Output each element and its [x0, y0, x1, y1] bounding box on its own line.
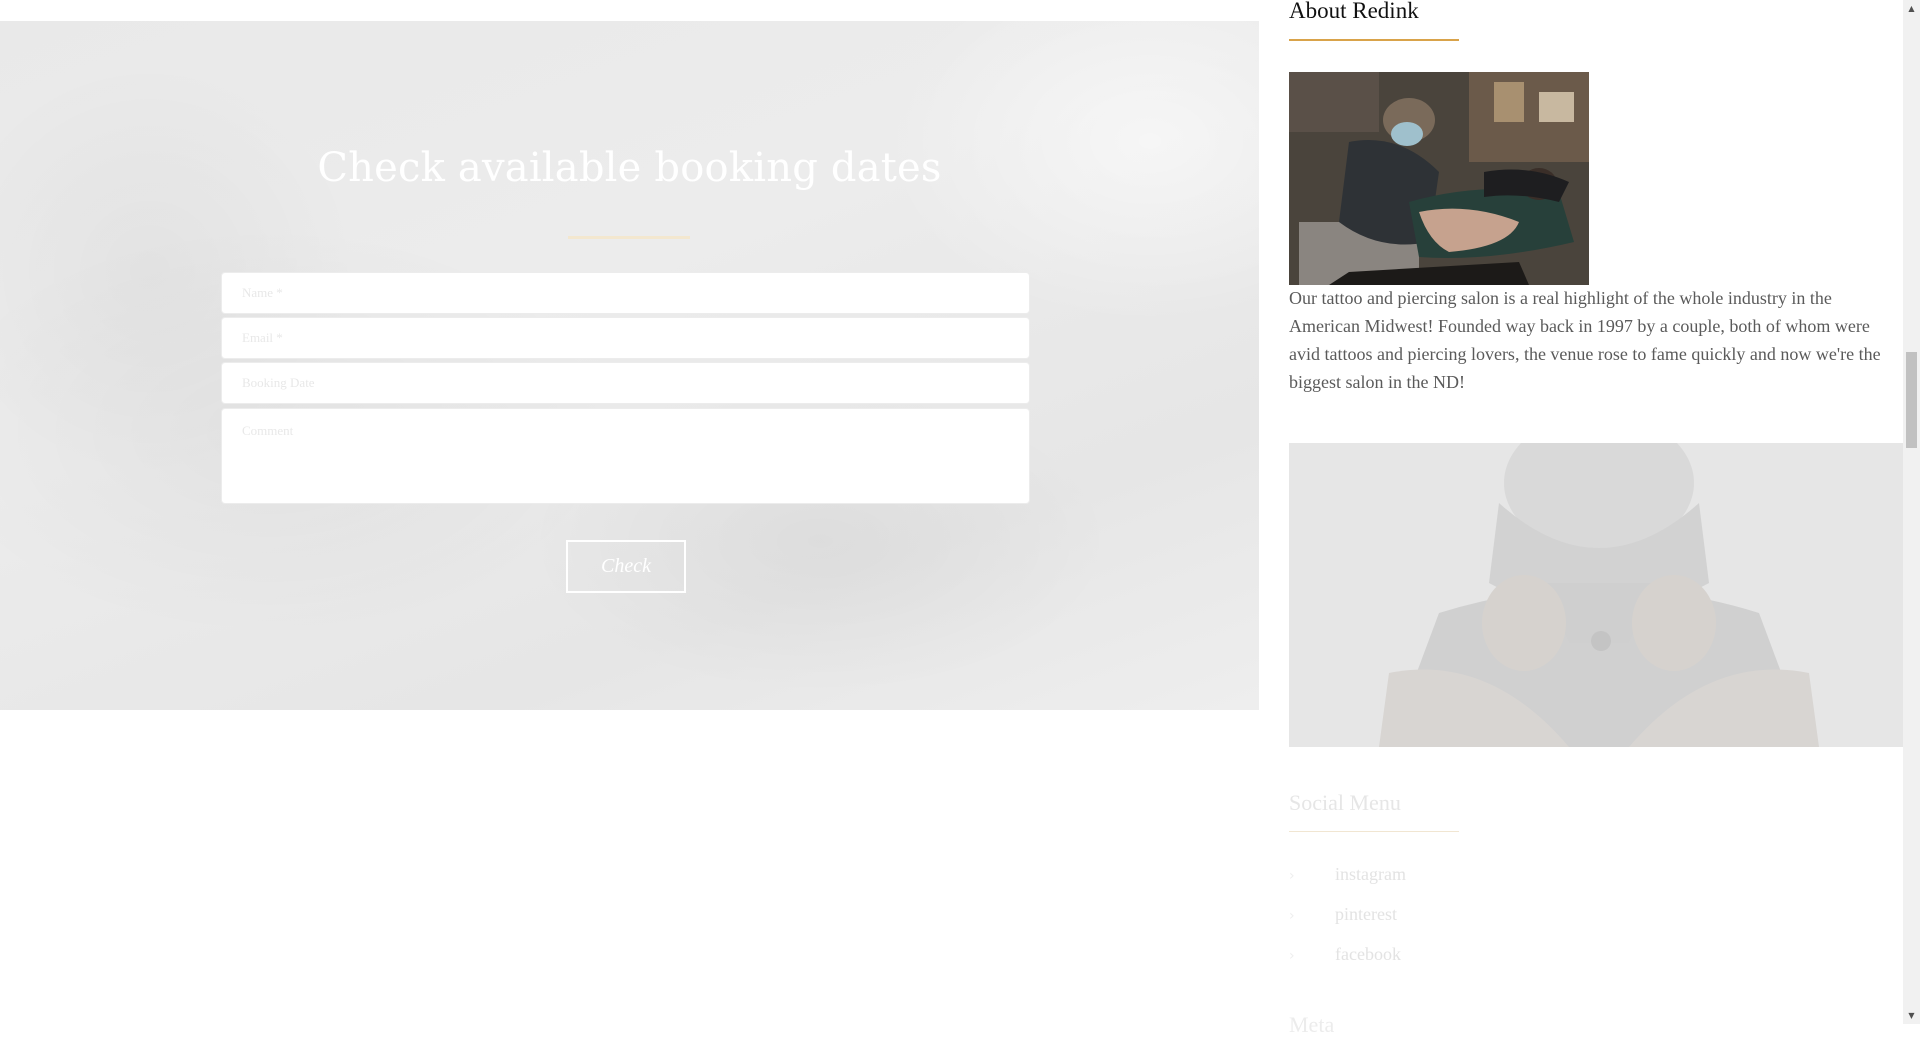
about-text: Our tattoo and piercing salon is a real … [1289, 288, 1881, 392]
tattooed-man-photo [1289, 443, 1904, 747]
booking-title: Check available booking dates [317, 145, 942, 191]
scrollbar[interactable]: ▲ ▼ [1903, 0, 1920, 1024]
booking-date-input[interactable] [221, 362, 1030, 404]
social-underline [1289, 831, 1459, 832]
scroll-down-arrow-icon[interactable]: ▼ [1903, 1007, 1920, 1024]
email-input[interactable] [221, 317, 1030, 359]
about-image [1289, 72, 1589, 285]
chevron-right-icon: › [1289, 948, 1295, 964]
chevron-right-icon: › [1289, 868, 1295, 884]
instagram-link[interactable]: instagram [1335, 864, 1406, 885]
social-menu-title: Social Menu [1289, 790, 1401, 815]
tattoo-artist-photo [1289, 72, 1589, 285]
check-button[interactable]: Check [566, 540, 686, 593]
name-input[interactable] [221, 272, 1030, 314]
chevron-right-icon: › [1289, 908, 1295, 924]
about-title: About Redink [1289, 0, 1419, 23]
title-underline [568, 236, 690, 239]
meta-title: Meta [1289, 1012, 1335, 1037]
pinterest-link[interactable]: pinterest [1335, 904, 1397, 925]
promo-image [1289, 443, 1904, 747]
scroll-thumb[interactable] [1906, 352, 1917, 448]
facebook-link[interactable]: facebook [1335, 944, 1401, 965]
about-underline [1289, 39, 1459, 41]
booking-section: Check available booking dates Check [0, 21, 1259, 710]
comment-textarea[interactable] [221, 408, 1030, 504]
scroll-up-arrow-icon[interactable]: ▲ [1903, 0, 1920, 17]
